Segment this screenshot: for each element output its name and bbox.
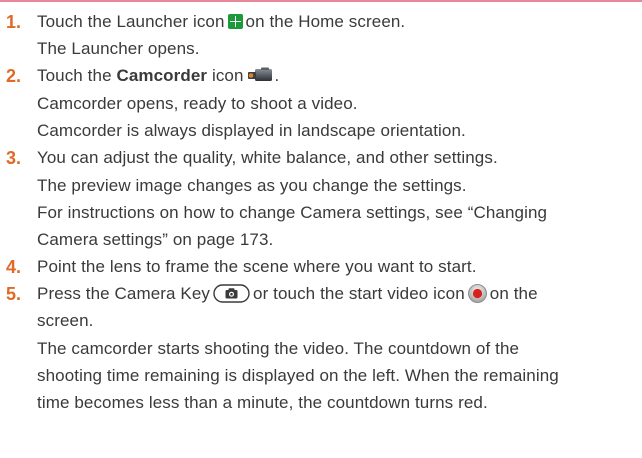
step-3-detail-2: For instructions on how to change Camera… bbox=[37, 203, 548, 222]
step-2-text: Touch the Camcorder icon. bbox=[37, 65, 279, 87]
record-icon bbox=[467, 283, 487, 303]
step-2-end: . bbox=[274, 66, 280, 85]
launcher-icon bbox=[227, 13, 243, 29]
camera-key-icon bbox=[213, 283, 250, 303]
step-2-number: 2. bbox=[6, 66, 22, 86]
step-5-detail-1: The camcorder starts shooting the video.… bbox=[37, 339, 520, 358]
step-1-text: Touch the Launcher icon on the Home scree… bbox=[37, 11, 405, 33]
step-2-bold: Camcorder bbox=[116, 66, 208, 85]
step-2-detail-1: Camcorder opens, ready to shoot a video. bbox=[37, 94, 358, 113]
step-4-text: Point the lens to frame the scene where … bbox=[37, 257, 477, 276]
step-5-text: Press the Camera Key or touch the start v… bbox=[37, 283, 538, 305]
step-2-suffix: icon bbox=[211, 66, 244, 85]
camcorder-icon bbox=[247, 67, 273, 83]
step-5-part-2: or touch the start video icon bbox=[253, 284, 465, 303]
step-1-before: Touch the Launcher icon bbox=[37, 12, 225, 31]
step-2-prefix: Touch the bbox=[37, 66, 112, 85]
step-1-after: on the Home screen. bbox=[245, 12, 406, 31]
step-1-number: 1. bbox=[6, 12, 22, 32]
step-5-number: 5. bbox=[6, 284, 22, 304]
step-5-part-1: Press the Camera Key bbox=[37, 284, 211, 303]
step-5-part-3: on the bbox=[489, 284, 538, 303]
step-3-number: 3. bbox=[6, 148, 22, 168]
step-3-text: You can adjust the quality, white balanc… bbox=[37, 148, 498, 167]
step-1-detail-1: The Launcher opens. bbox=[37, 39, 200, 58]
step-5-detail-3: time becomes less than a minute, the cou… bbox=[37, 393, 488, 412]
top-rule bbox=[0, 0, 642, 2]
step-4-number: 4. bbox=[6, 257, 22, 277]
step-3-detail-1: The preview image changes as you change … bbox=[37, 176, 467, 195]
step-5-continuation: screen. bbox=[37, 311, 94, 330]
step-3-detail-3: Camera settings” on page 173. bbox=[37, 230, 274, 249]
step-5-detail-2: shooting time remaining is displayed on … bbox=[37, 366, 559, 385]
step-2-detail-2: Camcorder is always displayed in landsca… bbox=[37, 121, 466, 140]
